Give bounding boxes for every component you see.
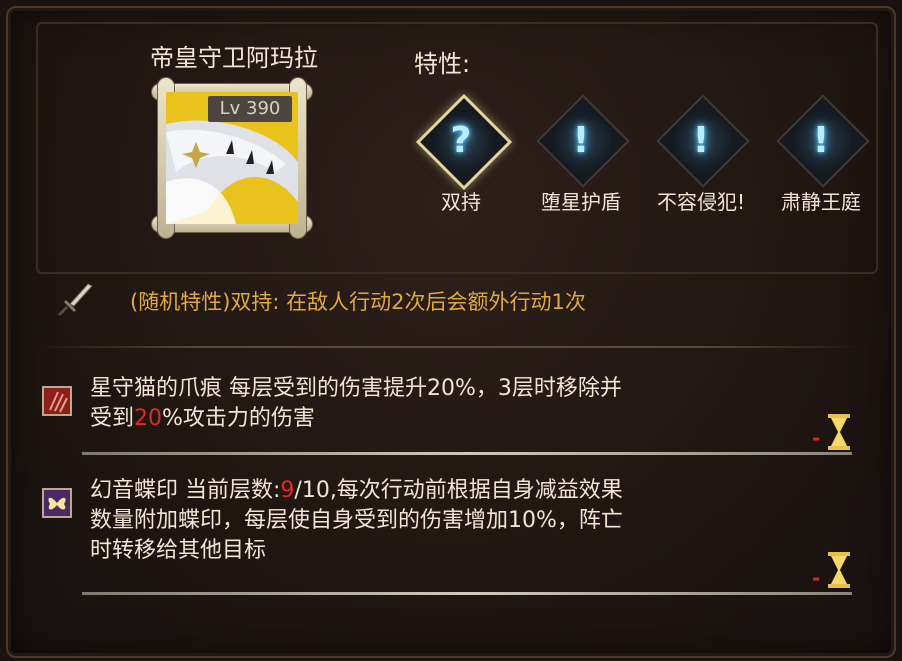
effect-line: 受到20%攻击力的伤害 <box>90 406 315 431</box>
trait-dual-wield[interactable]: ? 双持 <box>408 93 518 216</box>
exclamation-icon: ! <box>572 120 590 161</box>
effect-line: 星守猫的爪痕 每层受到的伤害提升20%，3层时移除并 <box>90 376 622 401</box>
effect-line: 数量附加蝶印，每层使自身受到的伤害增加10%，阵亡 <box>90 508 623 533</box>
hourglass-icon <box>828 552 850 588</box>
unit-level: Lv 390 <box>208 96 292 122</box>
trait-name: 堕星护盾 <box>541 190 621 214</box>
traits-label: 特性: <box>414 50 471 78</box>
highlight-value: 20 <box>134 406 163 431</box>
trait-description: (随机特性)双持: 在敌人行动2次后会额外行动1次 <box>130 290 586 314</box>
exclamation-icon: ! <box>692 120 710 161</box>
duration-marker: - <box>812 566 821 590</box>
claw-mark-icon[interactable] <box>42 386 72 416</box>
trait-silent-court[interactable]: ! 肃静王庭 <box>768 94 878 216</box>
exclamation-icon: ! <box>812 120 830 161</box>
effect-divider <box>82 592 852 595</box>
trait-name: 不容侵犯! <box>656 190 746 214</box>
question-mark-icon: ? <box>450 120 472 161</box>
unit-name: 帝皇守卫阿玛拉 <box>150 44 318 72</box>
trait-name: 双持 <box>441 190 481 214</box>
divider <box>40 346 860 348</box>
trait-inviolable[interactable]: ! 不容侵犯! <box>648 94 758 216</box>
highlight-value: 9 <box>280 478 295 503</box>
trait-name: 肃静王庭 <box>781 190 861 214</box>
sword-icon <box>58 283 93 316</box>
effect-line: 幻音蝶印 当前层数:9/10,每次行动前根据自身减益效果 <box>90 478 623 503</box>
effect-butterfly-description: 幻音蝶印 当前层数:9/10,每次行动前根据自身减益效果 数量附加蝶印，每层使自… <box>90 476 810 566</box>
butterfly-seal-icon[interactable] <box>42 488 72 518</box>
effect-claw-description: 星守猫的爪痕 每层受到的伤害提升20%，3层时移除并 受到20%攻击力的伤害 <box>90 374 810 434</box>
effect-line: 时转移给其他目标 <box>90 538 267 563</box>
duration-marker: - <box>812 426 821 450</box>
trait-fallen-star-shield[interactable]: ! 堕星护盾 <box>528 94 638 216</box>
hourglass-icon <box>828 414 850 450</box>
effect-divider <box>82 452 852 455</box>
